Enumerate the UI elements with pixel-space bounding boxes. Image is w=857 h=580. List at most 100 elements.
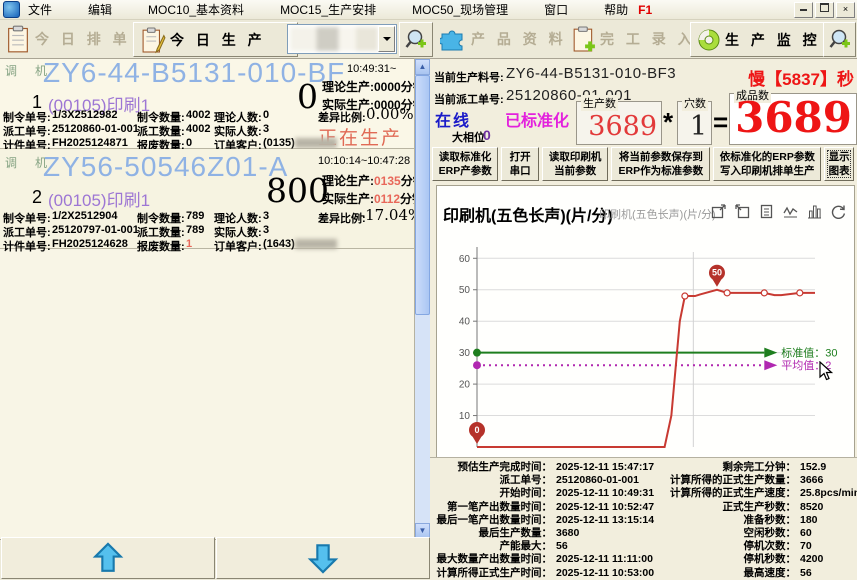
field-value: 3 [263,224,269,236]
stat-label: 空闲秒数： [670,527,796,540]
stat-value: 2025-12-11 11:11:00 [552,553,670,566]
stat-label: 停机次数： [670,540,796,553]
close-icon[interactable]: × [836,2,855,18]
field-label: 差异比例: [318,210,366,226]
clipboard-icon [6,25,30,53]
minimize-icon[interactable] [794,2,813,18]
production-monitor-button[interactable]: 生 产 监 控 [690,22,826,57]
production-monitor-window: 文件 编辑 MOC10_基本资料 MOC15_生产安排 MOC50_现场管理 窗… [0,0,857,580]
menu-file[interactable]: 文件 [28,0,52,20]
order-row-2[interactable]: 调机 ZY56-50546Z01-A 10:10:14~10:47:28 理论生… [0,149,414,249]
clipboard-plus-icon [572,25,596,53]
app-logo-icon [3,1,20,18]
customer-value: (1643) [263,238,337,250]
chart-legend[interactable]: 印刷机(五色长声)(片/分) [599,206,716,222]
zoom-reset-icon[interactable] [735,204,750,219]
stat-label: 第一笔产出数量时间： [430,501,552,514]
order-time: 10:49:31~ [347,63,396,75]
order-list-scrollbar[interactable]: ▲ ▼ [414,58,431,540]
order-output-qty: 0 [297,77,318,116]
combo-dropdown-icon[interactable] [378,26,395,52]
stat-label: 预估生产完成时间： [430,461,552,474]
equals-sign: = [713,107,728,138]
blurred-customer-name [295,239,337,249]
menu-moc10[interactable]: MOC10_基本资料 [148,0,244,20]
zoom-select-icon[interactable] [711,204,726,219]
theory-production: 理论生产:0135分钟 [322,172,425,189]
menu-moc15[interactable]: MOC15_生产安排 [280,0,376,20]
order-row-1[interactable]: 调机 ZY6-44-B5131-010-BF 10:49:31~ 理论生产:00… [0,59,414,149]
stat-value: 2025-12-11 10:49:31 [552,487,670,500]
svg-text:50: 50 [712,268,722,278]
machine-combo[interactable] [287,24,397,54]
combo-blurred-value [290,27,378,51]
menu-edit[interactable]: 编辑 [88,0,112,20]
param-button-2[interactable]: 打开串口 [501,147,539,181]
svg-text:30: 30 [459,348,471,359]
menu-bar: 文件 编辑 MOC10_基本资料 MOC15_生产安排 MOC50_现场管理 窗… [0,0,857,20]
stat-label: 剩余完工分钟： [670,461,796,474]
online-status: 在线 [435,107,471,131]
diff-ratio-value: -17.04% [360,206,422,224]
production-count-box: 生产数 3689 [576,101,662,145]
nav-down-icon [306,541,340,575]
previous-order-button[interactable] [1,537,215,579]
order-list: 调机 ZY6-44-B5131-010-BF 10:49:31~ 理论生产:00… [0,58,414,540]
stat-value: 2025-12-11 15:47:17 [552,461,670,474]
phase-label: 大相位 [452,129,485,145]
menu-window[interactable]: 窗口 [544,0,568,20]
stat-label: 最高速度： [670,567,796,580]
blurred-customer-name [295,138,337,148]
nav-up-icon [91,541,125,575]
restore-icon[interactable] [831,204,846,219]
completion-entry-button[interactable]: 完 工 录 入 [572,22,696,55]
stat-value: 2025-12-11 10:53:00 [552,567,670,580]
stat-value: 8520 [796,501,854,514]
data-view-icon[interactable] [759,204,774,219]
stat-value: 2025-12-11 10:52:47 [552,501,670,514]
restore-icon[interactable] [815,2,834,18]
chart-toolbox [711,204,846,219]
current-part-value: ZY6-44-B5131-010-BF3 [506,65,676,82]
today-schedule-button[interactable]: 今 日 排 单 [6,22,131,55]
stat-value: 25.8pcs/min [796,487,854,500]
field-value: 789 [186,210,204,222]
param-button-5[interactable]: 依标准化的ERP参数写入印刷机排单生产 [713,147,821,181]
bar-chart-icon[interactable] [807,204,822,219]
param-button-4[interactable]: 将当前参数保存到ERP作为标准参数 [611,147,710,181]
phase-value: 0 [483,127,491,143]
param-button-6[interactable]: 显示图表 [824,147,854,181]
stat-value: 3680 [552,527,670,540]
scrollbar-thumb[interactable] [415,75,430,315]
chart-title: 印刷机(五色长声)(片/分) [443,202,613,226]
stat-label: 计算所得的正式生产数量： [670,474,796,487]
toolbar: 今 日 排 单 今 日 生 产 产 品 资 料 完 工 录 入 生 产 监 控 [0,20,857,59]
scroll-up-icon[interactable]: ▲ [415,59,430,75]
order-output-qty: 800 [266,171,329,210]
production-count-label: 生产数 [581,95,618,111]
today-production-button[interactable]: 今 日 生 产 [133,22,298,57]
stat-value: 56 [552,540,670,553]
menu-moc50[interactable]: MOC50_现场管理 [412,0,508,20]
field-value: 4002 [186,123,210,135]
field-value: 25120797-01-001 [52,224,139,236]
production-chart[interactable]: 102030405060标准值：30平均值：2050 [439,242,849,452]
current-part-label: 当前生产料号: [434,69,504,85]
cavity-count-label: 穴数 [682,95,708,111]
line-chart-icon[interactable] [783,204,798,219]
search-machine-button[interactable] [399,22,433,57]
menu-help[interactable]: 帮助 [604,0,628,20]
stat-value: 25120860-01-001 [552,474,670,487]
svg-text:20: 20 [459,380,471,391]
stat-label: 计算所得正式生产时间： [430,567,552,580]
param-button-1[interactable]: 读取标准化ERP产参数 [432,147,498,181]
menu-f1[interactable]: F1 [638,3,652,17]
part-number: ZY56-50546Z01-A [43,151,288,183]
order-process: (00105)印刷1 [48,186,150,211]
field-value: 0 [263,109,269,121]
field-value: 3 [263,210,269,222]
product-info-button[interactable]: 产 品 资 料 [440,22,567,55]
next-order-button[interactable] [216,537,430,579]
search-order-button[interactable] [823,22,856,57]
param-button-3[interactable]: 读取印刷机当前参数 [542,147,608,181]
